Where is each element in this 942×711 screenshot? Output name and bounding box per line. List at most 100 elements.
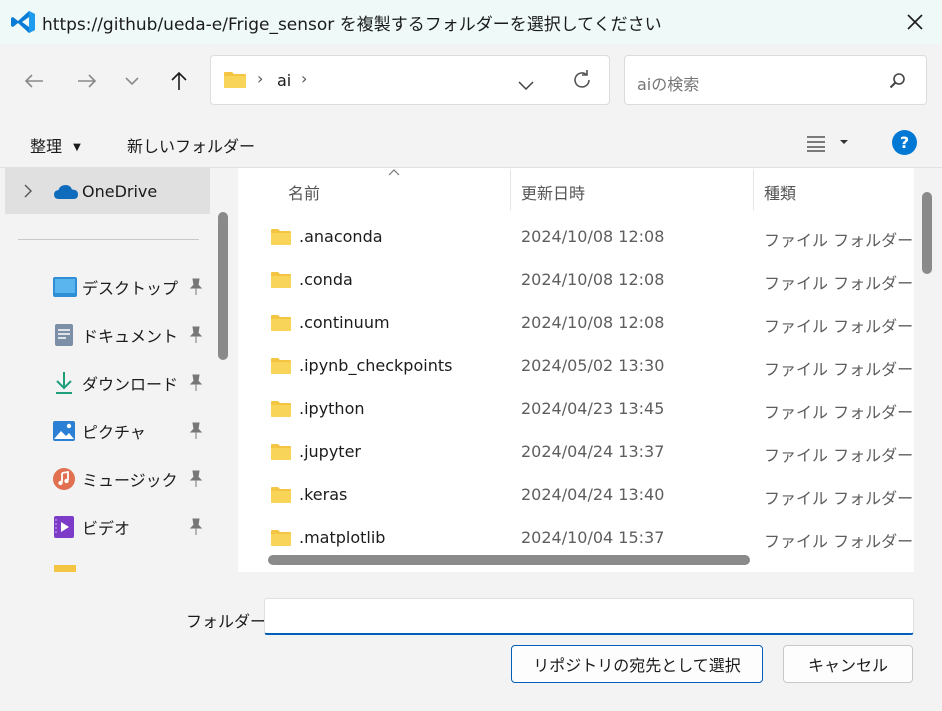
arrow-up-icon [171, 71, 187, 90]
sidebar-item-videos[interactable]: ビデオ [0, 504, 210, 550]
file-name: .keras [299, 485, 348, 504]
file-name: .ipython [299, 399, 365, 418]
folder-field-label: フォルダー: [186, 612, 272, 631]
organize-label: 整理 [30, 137, 63, 156]
navigation-pane: OneDrive デスクトップ ドキュメント ダウンロード ピクチャ ミュージッ… [0, 168, 238, 572]
column-divider[interactable] [753, 170, 754, 210]
folder-name-input[interactable] [264, 598, 914, 635]
pin-icon[interactable] [188, 422, 204, 440]
pin-icon[interactable] [188, 278, 204, 296]
folder-icon [271, 401, 291, 417]
file-modified: 2024/04/24 13:37 [521, 442, 665, 461]
pin-icon[interactable] [188, 374, 204, 392]
recent-locations-button[interactable] [115, 64, 149, 98]
search-box[interactable]: aiの検索 [624, 55, 927, 105]
back-button[interactable] [17, 64, 51, 98]
view-options-button[interactable] [806, 134, 852, 156]
file-type: ファイル フォルダー [764, 231, 914, 250]
chevron-down-icon [518, 81, 534, 91]
file-type: ファイル フォルダー [764, 274, 914, 293]
forward-button[interactable] [70, 64, 104, 98]
sidebar-item-label: ドキュメント [82, 327, 179, 346]
file-type: ファイル フォルダー [764, 360, 914, 379]
sidebar-item-onedrive[interactable]: OneDrive [5, 168, 210, 214]
table-row[interactable]: .ipynb_checkpoints 2024/05/02 13:30 ファイル フ… [242, 346, 914, 389]
close-button[interactable] [888, 0, 942, 44]
desktop-icon [53, 277, 77, 297]
sidebar-item-label: ピクチャ [82, 423, 146, 442]
address-history-dropdown[interactable] [518, 75, 534, 94]
folder-icon [223, 71, 247, 93]
list-view-icon [807, 136, 848, 152]
up-button[interactable] [162, 64, 196, 98]
help-icon[interactable]: ? [892, 130, 917, 155]
column-header-type[interactable]: 種類 [764, 180, 796, 204]
file-modified: 2024/10/08 12:08 [521, 313, 665, 332]
organize-menu[interactable]: 整理 ▼ [30, 133, 81, 157]
sidebar-item-label: ビデオ [82, 519, 131, 538]
select-folder-button[interactable]: リポジトリの宛先として選択 [511, 645, 763, 683]
breadcrumb-chevron-icon: › [257, 69, 264, 88]
folder-icon [271, 272, 291, 288]
table-row[interactable]: .conda 2024/10/08 12:08 ファイル フォルダー [242, 260, 914, 303]
file-type: ファイル フォルダー [764, 446, 914, 465]
pin-icon[interactable] [188, 518, 204, 536]
sidebar-item-label: OneDrive [82, 181, 158, 201]
sidebar-item-desktop[interactable]: デスクトップ [0, 264, 210, 310]
dialog-title: https://github/ueda-e/Frige_sensor を複製する… [42, 15, 662, 35]
refresh-button[interactable] [571, 69, 593, 95]
file-name: .anaconda [299, 227, 383, 246]
folder-icon [271, 487, 291, 503]
caret-down-icon: ▼ [73, 142, 81, 153]
sidebar-item-label: ダウンロード [82, 375, 179, 394]
file-type: ファイル フォルダー [764, 489, 914, 508]
cancel-button[interactable]: キャンセル [783, 645, 913, 683]
search-input[interactable]: aiの検索 [637, 71, 699, 95]
chevron-down-icon [125, 77, 139, 86]
sidebar-item-downloads[interactable]: ダウンロード [0, 360, 210, 406]
file-name: .conda [299, 270, 353, 289]
documents-icon [55, 324, 73, 346]
table-row[interactable]: .jupyter 2024/04/24 13:37 ファイル フォルダー [242, 432, 914, 475]
chevron-right-icon [24, 184, 32, 198]
folder-icon [271, 358, 291, 374]
file-type: ファイル フォルダー [764, 317, 914, 336]
horizontal-scrollbar-thumb[interactable] [268, 555, 750, 565]
vertical-scrollbar-thumb[interactable] [922, 192, 932, 274]
table-row[interactable]: .continuum 2024/10/08 12:08 ファイル フォルダー [242, 303, 914, 346]
breadcrumb-chevron-icon[interactable]: › [301, 69, 307, 88]
pin-icon[interactable] [188, 470, 204, 488]
music-icon [53, 468, 75, 490]
file-name: .continuum [299, 313, 390, 332]
sidebar-scrollbar[interactable] [218, 212, 228, 360]
folder-icon [271, 530, 291, 546]
sidebar-item-music[interactable]: ミュージック [0, 456, 210, 502]
file-name: .ipynb_checkpoints [299, 356, 453, 375]
file-modified: 2024/05/02 13:30 [521, 356, 665, 375]
onedrive-icon [54, 185, 78, 199]
sidebar-item-documents[interactable]: ドキュメント [0, 312, 210, 358]
pin-icon[interactable] [188, 326, 204, 344]
table-row[interactable]: .keras 2024/04/24 13:40 ファイル フォルダー [242, 475, 914, 518]
folder-icon [54, 565, 76, 572]
table-row[interactable]: .anaconda 2024/10/08 12:08 ファイル フォルダー [242, 217, 914, 260]
sidebar-item-pictures[interactable]: ピクチャ [0, 408, 210, 454]
file-name: .jupyter [299, 442, 361, 461]
new-folder-button[interactable]: 新しいフォルダー [127, 133, 255, 157]
file-name: .matplotlib [299, 528, 386, 547]
breadcrumb-item-ai[interactable]: ai [277, 71, 291, 90]
table-row[interactable]: .ipython 2024/04/23 13:45 ファイル フォルダー [242, 389, 914, 432]
column-divider[interactable] [510, 170, 511, 210]
file-type: ファイル フォルダー [764, 403, 914, 422]
column-header-name[interactable]: 名前 [288, 180, 320, 204]
refresh-icon [574, 70, 590, 88]
folder-icon [271, 444, 291, 460]
pictures-icon [53, 421, 75, 441]
arrow-left-icon [24, 74, 43, 88]
sidebar-divider [18, 239, 199, 240]
file-modified: 2024/10/08 12:08 [521, 227, 665, 246]
column-header-modified[interactable]: 更新日時 [521, 180, 585, 204]
search-icon[interactable] [889, 72, 907, 94]
close-icon [907, 14, 923, 30]
address-bar[interactable]: › ai › [210, 55, 610, 105]
